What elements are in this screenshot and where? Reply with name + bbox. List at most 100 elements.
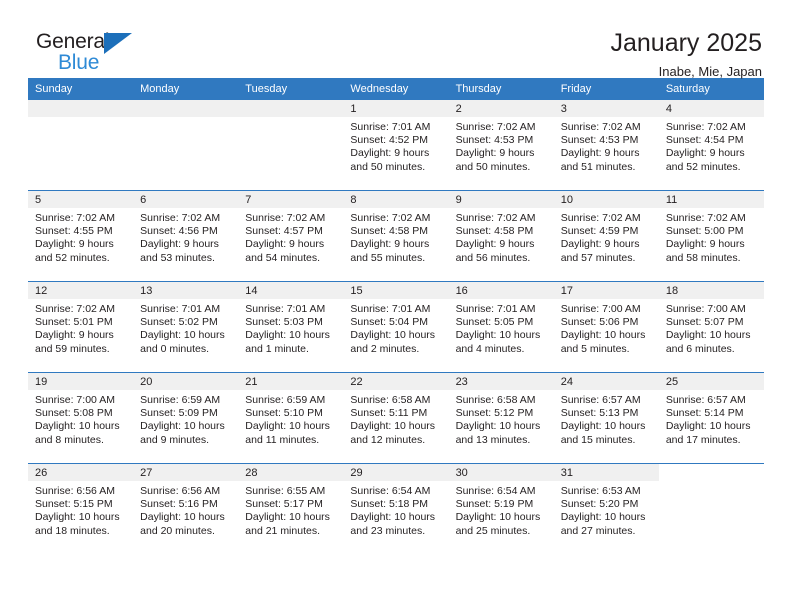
sunset-time: Sunset: 5:19 PM [455,498,534,511]
calendar-day-cell[interactable]: 31 Sunrise: 6:53 AM Sunset: 5:20 PM Dayligh… [553,463,659,554]
daylight-duration-line1: Daylight: 10 hours [455,511,541,524]
sunset-time: Sunset: 5:06 PM [560,316,639,329]
day-details: Sunrise: 7:02 AM Sunset: 5:00 PM Daylight:… [659,208,764,265]
sunrise-time: Sunrise: 6:58 AM [455,394,536,406]
calendar-day-cell[interactable]: 21 Sunrise: 6:59 AM Sunset: 5:10 PM Dayligh… [238,372,344,464]
daylight-duration-line1: Daylight: 10 hours [455,420,541,433]
daylight-duration-line1: Daylight: 9 hours [350,147,430,160]
calendar-day-cell[interactable]: 2 Sunrise: 7:02 AM Sunset: 4:53 PM Daylight… [448,100,554,191]
sunset-time: Sunset: 4:56 PM [140,225,218,238]
calendar-day-cell-empty [238,100,344,191]
day-details: Sunrise: 6:54 AM Sunset: 5:19 PM Daylight:… [449,481,554,538]
sunset-time: Sunset: 4:57 PM [245,225,323,238]
sunrise-time: Sunrise: 6:56 AM [140,485,221,497]
daylight-duration-line1: Daylight: 10 hours [35,511,120,524]
daylight-duration-line2: and 11 minutes. [245,433,320,446]
day-details: Sunrise: 6:57 AM Sunset: 5:14 PM Daylight:… [659,390,764,447]
day-details: Sunrise: 6:53 AM Sunset: 5:20 PM Daylight:… [554,481,659,538]
sunset-time: Sunset: 5:16 PM [140,498,218,511]
day-details: Sunrise: 7:02 AM Sunset: 4:56 PM Daylight:… [133,208,238,265]
day-number: 4 [658,100,764,117]
day-number: 18 [658,282,764,299]
calendar-day-cell[interactable]: 9 Sunrise: 7:02 AM Sunset: 4:58 PM Daylight… [448,190,554,282]
calendar-day-cell[interactable]: 10 Sunrise: 7:02 AM Sunset: 4:59 PM Dayligh… [553,190,659,282]
sunrise-time: Sunrise: 7:00 AM [560,303,641,315]
sunrise-time: Sunrise: 7:01 AM [245,303,326,315]
sunrise-time: Sunrise: 6:56 AM [35,485,115,497]
day-number: 23 [448,373,554,390]
day-number: 1 [343,100,449,117]
calendar-day-cell[interactable]: 20 Sunrise: 6:59 AM Sunset: 5:09 PM Dayligh… [133,372,239,464]
sunrise-time: Sunrise: 7:00 AM [665,303,746,315]
day-number: 2 [448,100,554,117]
daylight-duration-line1: Daylight: 9 hours [665,147,745,160]
calendar-day-cell[interactable]: 6 Sunrise: 7:02 AM Sunset: 4:56 PM Daylight… [133,190,239,282]
calendar-day-cell[interactable]: 25 Sunrise: 6:57 AM Sunset: 5:14 PM Dayligh… [658,372,764,464]
day-number: 22 [343,373,449,390]
sunrise-time: Sunrise: 7:02 AM [140,212,221,224]
sunrise-time: Sunrise: 7:02 AM [665,121,746,133]
sunrise-time: Sunrise: 6:59 AM [245,394,326,406]
calendar-day-cell[interactable]: 27 Sunrise: 6:56 AM Sunset: 5:16 PM Dayligh… [133,463,239,554]
calendar-day-cell[interactable]: 15 Sunrise: 7:01 AM Sunset: 5:04 PM Dayligh… [343,281,449,373]
sunrise-time: Sunrise: 7:02 AM [455,212,536,224]
sunrise-time: Sunrise: 7:01 AM [350,121,431,133]
sunset-time: Sunset: 5:12 PM [455,407,534,420]
day-number: 8 [343,191,449,208]
daylight-duration-line1: Daylight: 10 hours [665,420,751,433]
daylight-duration-line1: Daylight: 9 hours [455,238,535,251]
sunset-time: Sunset: 5:01 PM [35,316,113,329]
calendar-day-cell[interactable]: 19 Sunrise: 7:00 AM Sunset: 5:08 PM Dayligh… [28,372,134,464]
daylight-duration-line1: Daylight: 9 hours [560,147,640,160]
daylight-duration-line2: and 5 minutes. [560,342,630,355]
daylight-duration-line1: Daylight: 9 hours [35,329,114,342]
daylight-duration-line1: Daylight: 10 hours [245,420,330,433]
calendar-day-cell[interactable]: 23 Sunrise: 6:58 AM Sunset: 5:12 PM Dayligh… [448,372,554,464]
calendar-day-cell[interactable]: 29 Sunrise: 6:54 AM Sunset: 5:18 PM Dayligh… [343,463,449,554]
calendar-day-cell[interactable]: 5 Sunrise: 7:02 AM Sunset: 4:55 PM Daylight… [28,190,134,282]
day-number: 7 [238,191,344,208]
day-details: Sunrise: 6:58 AM Sunset: 5:11 PM Daylight:… [343,390,448,447]
sunrise-time: Sunrise: 6:58 AM [350,394,431,406]
calendar-day-cell[interactable]: 13 Sunrise: 7:01 AM Sunset: 5:02 PM Dayligh… [133,281,239,373]
sunset-time: Sunset: 4:58 PM [350,225,429,238]
day-number [28,100,134,117]
calendar-day-cell[interactable]: 24 Sunrise: 6:57 AM Sunset: 5:13 PM Dayligh… [553,372,659,464]
daylight-duration-line2: and 15 minutes. [560,433,636,446]
calendar-day-cell[interactable]: 3 Sunrise: 7:02 AM Sunset: 4:53 PM Daylight… [553,100,659,191]
day-number [659,464,764,481]
day-number: 19 [28,373,134,390]
calendar-week-row: 19 Sunrise: 7:00 AM Sunset: 5:08 PM Dayligh… [28,372,764,464]
day-number: 17 [553,282,659,299]
calendar-day-cell[interactable]: 17 Sunrise: 7:00 AM Sunset: 5:06 PM Dayligh… [553,281,659,373]
calendar-day-cell[interactable]: 18 Sunrise: 7:00 AM Sunset: 5:07 PM Dayligh… [658,281,764,373]
calendar-day-cell[interactable]: 4 Sunrise: 7:02 AM Sunset: 4:54 PM Daylight… [658,100,764,191]
sunrise-time: Sunrise: 6:57 AM [665,394,746,406]
calendar-day-cell[interactable]: 26 Sunrise: 6:56 AM Sunset: 5:15 PM Dayligh… [28,463,134,554]
daylight-duration-line2: and 23 minutes. [350,524,426,537]
calendar-day-cell[interactable]: 8 Sunrise: 7:02 AM Sunset: 4:58 PM Daylight… [343,190,449,282]
calendar-day-cell[interactable]: 1 Sunrise: 7:01 AM Sunset: 4:52 PM Daylight… [343,100,449,191]
daylight-duration-line1: Daylight: 10 hours [560,511,646,524]
page-header: General Blue January 2025 Inabe, Mie, Ja… [28,0,764,79]
calendar-day-cell[interactable]: 14 Sunrise: 7:01 AM Sunset: 5:03 PM Dayligh… [238,281,344,373]
calendar-day-cell-empty [133,100,239,191]
calendar-day-cell[interactable]: 7 Sunrise: 7:02 AM Sunset: 4:57 PM Daylight… [238,190,344,282]
day-number: 15 [343,282,449,299]
day-number: 3 [553,100,659,117]
day-details: Sunrise: 7:02 AM Sunset: 4:53 PM Daylight:… [449,117,554,174]
calendar-day-cell[interactable]: 30 Sunrise: 6:54 AM Sunset: 5:19 PM Dayligh… [448,463,554,554]
daylight-duration-line1: Daylight: 9 hours [350,238,430,251]
calendar-day-cell[interactable]: 16 Sunrise: 7:01 AM Sunset: 5:05 PM Dayligh… [448,281,554,373]
daylight-duration-line2: and 20 minutes. [140,524,215,537]
calendar-day-cell[interactable]: 22 Sunrise: 6:58 AM Sunset: 5:11 PM Dayligh… [343,372,449,464]
daylight-duration-line1: Daylight: 10 hours [455,329,541,342]
calendar-day-cell[interactable]: 11 Sunrise: 7:02 AM Sunset: 5:00 PM Dayligh… [658,190,764,282]
day-details: Sunrise: 7:01 AM Sunset: 5:04 PM Daylight:… [343,299,448,356]
calendar-day-cell[interactable]: 12 Sunrise: 7:02 AM Sunset: 5:01 PM Dayligh… [28,281,134,373]
sunrise-time: Sunrise: 6:54 AM [455,485,536,497]
weekday-header-thursday: Thursday [448,78,554,100]
sunset-time: Sunset: 5:03 PM [245,316,323,329]
logo-triangle-icon [104,33,132,54]
calendar-day-cell[interactable]: 28 Sunrise: 6:55 AM Sunset: 5:17 PM Dayligh… [238,463,344,554]
